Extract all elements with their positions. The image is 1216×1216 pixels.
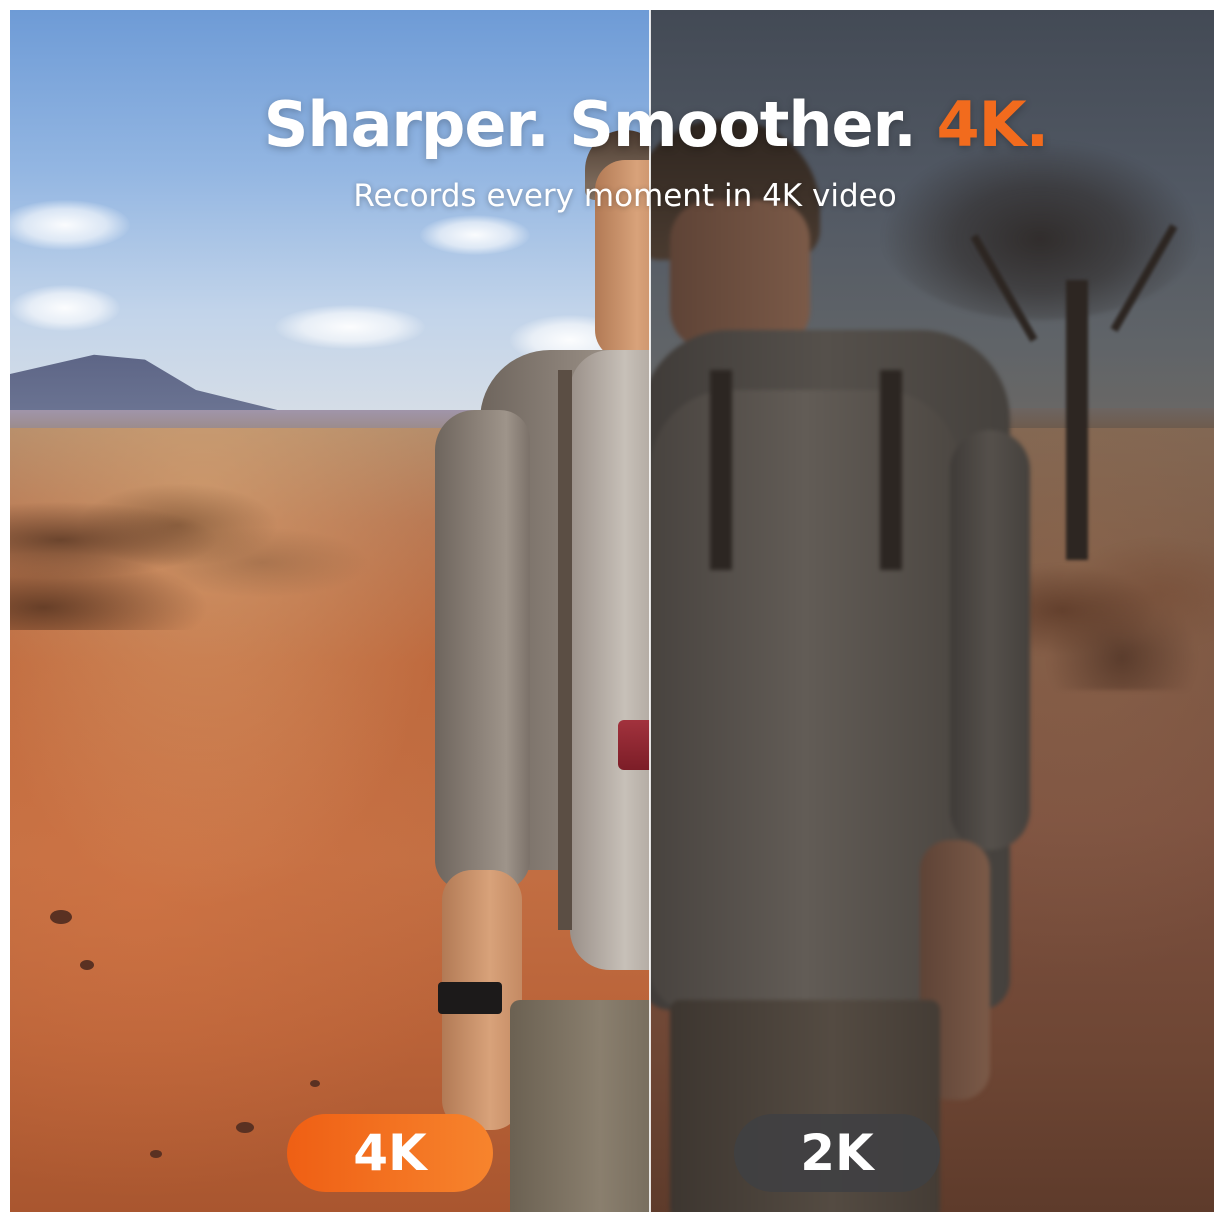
headline-main: Sharper. Smoother. [263,88,937,161]
tree-trunk [1066,280,1088,560]
2k-badge: 2K [734,1114,940,1192]
subheadline: Records every moment in 4K video [353,178,897,214]
cloud [10,285,120,331]
headline-accent: 4K. [936,88,1049,161]
cloud [275,305,425,349]
pebble [50,910,72,924]
headline: Sharper. Smoother. 4K. [10,88,1214,161]
cloud [420,215,530,255]
tree-crown [880,140,1200,320]
pebble [80,960,94,970]
pebble [150,1150,162,1158]
pebble [236,1122,254,1133]
shrubs [10,480,430,630]
comparison-image: Sharper. Smoother. 4K. Records every mom… [10,10,1214,1212]
pebble [310,1080,320,1087]
4k-badge: 4K [287,1114,493,1192]
